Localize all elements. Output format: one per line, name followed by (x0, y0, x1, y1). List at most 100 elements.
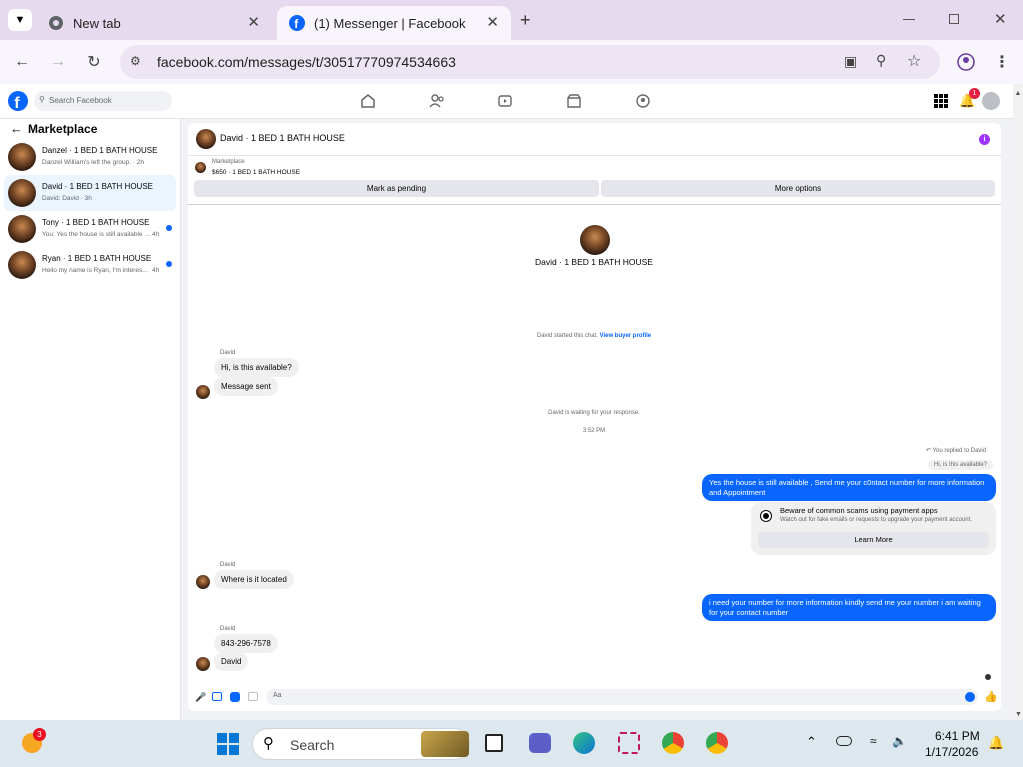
learn-more-button[interactable]: Learn More (758, 532, 989, 548)
video-icon[interactable] (496, 93, 514, 109)
facebook-header: f ⚲ Search Facebook 🔔 1 (0, 84, 1013, 119)
message-bubble[interactable]: Where is it located (214, 570, 294, 589)
conversation-name: Ryan · 1 BED 1 BATH HOUSE (42, 254, 152, 263)
close-window-button[interactable]: ✕ (994, 10, 1007, 28)
url-text[interactable]: facebook.com/messages/t/3051777097453466… (157, 54, 456, 70)
chat-panel: David · 1 BED 1 BATH HOUSE i Marketplace… (188, 123, 1001, 711)
conversation-item-tony[interactable]: Tony · 1 BED 1 BATH HOUSE You: Yes the h… (4, 211, 176, 247)
edge-icon[interactable] (573, 732, 595, 754)
conversation-item-ryan[interactable]: Ryan · 1 BED 1 BATH HOUSE Hello my name … (4, 247, 176, 283)
header-avatar[interactable] (196, 129, 216, 149)
chevron-down-icon: ▼ (14, 14, 26, 26)
conversation-item-david[interactable]: David · 1 BED 1 BATH HOUSE David: David … (4, 175, 176, 211)
close-icon[interactable]: ✕ (486, 15, 499, 31)
close-icon[interactable]: ✕ (247, 15, 260, 31)
profile-icon[interactable] (954, 50, 978, 74)
teams-icon[interactable] (529, 733, 551, 753)
tab-new-tab[interactable]: New tab ✕ (36, 6, 272, 40)
microphone-icon[interactable]: 🎤 (195, 692, 206, 703)
emoji-icon[interactable] (965, 692, 975, 702)
profile-avatar[interactable] (580, 225, 610, 255)
sender-name: David (220, 562, 236, 568)
minimize-button[interactable] (903, 19, 915, 20)
avatar (8, 251, 36, 279)
back-button[interactable]: ← (10, 50, 34, 74)
seen-avatar (985, 674, 991, 680)
unread-dot (166, 261, 172, 267)
restore-button[interactable] (949, 14, 959, 24)
conversation-item-danzel[interactable]: Danzel · 1 BED 1 BATH HOUSE Danzel Willi… (4, 139, 176, 175)
more-options-button[interactable]: More options (601, 180, 995, 197)
windows-start-icon[interactable] (217, 733, 239, 755)
tab-messenger[interactable]: f (1) Messenger | Facebook ✕ (277, 6, 511, 40)
clock-time[interactable]: 6:41 PM (935, 729, 980, 743)
gif-icon[interactable] (248, 692, 258, 701)
listing-thumbnail[interactable] (195, 162, 206, 173)
message-bubble[interactable]: Message sent (214, 377, 278, 396)
volume-icon[interactable]: 🔈 (892, 734, 907, 748)
zoom-icon[interactable]: ⚲ (876, 52, 886, 69)
back-arrow-icon[interactable]: ← (10, 121, 23, 136)
chat-started-text: David started this chat. (536, 333, 598, 339)
search-input[interactable]: ⚲ Search Facebook (34, 91, 172, 111)
forward-button[interactable]: → (46, 50, 70, 74)
message-bubble[interactable]: Hi, is this available? (214, 358, 299, 377)
tab-search-button[interactable]: ▼ (8, 9, 32, 31)
avatar (8, 179, 36, 207)
menu-grid-icon[interactable] (934, 94, 948, 108)
facebook-logo-icon[interactable]: f (8, 91, 28, 116)
message-input[interactable]: Aa (266, 689, 978, 705)
chat-header: David · 1 BED 1 BATH HOUSE i (188, 123, 1001, 156)
chat-header-name[interactable]: David · 1 BED 1 BATH HOUSE (220, 133, 345, 143)
wifi-icon[interactable]: ≈ (870, 734, 877, 748)
message-bubble[interactable]: 843-296-7578 (214, 634, 278, 653)
account-avatar[interactable] (982, 92, 1000, 110)
chrome-profile-b-icon[interactable] (706, 732, 728, 754)
reload-button[interactable]: ↻ (82, 50, 106, 74)
friends-icon[interactable] (428, 93, 446, 109)
timestamp: 3:52 PM (582, 428, 606, 434)
home-icon[interactable] (359, 93, 377, 109)
scroll-up-arrow-icon[interactable]: ▲ (1013, 90, 1023, 97)
outgoing-message[interactable]: Yes the house is still available , Send … (702, 474, 996, 501)
taskbar-search[interactable]: ⚲ Search (252, 728, 470, 760)
onedrive-offline-icon[interactable] (836, 736, 852, 746)
task-view-icon[interactable] (485, 734, 503, 752)
search-icon: ⚲ (39, 95, 45, 104)
search-icon: ⚲ (263, 735, 274, 752)
outgoing-message[interactable]: i need your number for more information … (702, 594, 996, 621)
info-icon[interactable]: i (979, 134, 990, 145)
taskbar-search-label: Search (290, 737, 335, 753)
mark-as-pending-button[interactable]: Mark as pending (194, 180, 599, 197)
sidebar-title: Marketplace (28, 122, 98, 136)
photo-icon[interactable] (212, 692, 222, 701)
sender-avatar (196, 657, 210, 671)
profile-name: David · 1 BED 1 BATH HOUSE (535, 257, 653, 267)
notification-bell-icon[interactable]: 🔔 (988, 735, 1004, 751)
windows-taskbar: 3 ⚲ Search ⌃ ≈ 🔈 6:41 PM 1/17/2026 🔔 (0, 720, 1023, 767)
scam-warning-card: Beware of common scams using payment app… (751, 502, 996, 555)
listing-detail[interactable]: $650 · 1 BED 1 BATH HOUSE (212, 169, 300, 176)
view-buyer-profile-link[interactable]: View buyer profile (600, 333, 652, 339)
install-app-icon[interactable]: ▣ (844, 53, 857, 70)
menu-kebab-icon[interactable]: ⋮ (990, 50, 1014, 74)
clock-date[interactable]: 1/17/2026 (925, 745, 978, 759)
address-bar[interactable]: ⚙ facebook.com/messages/t/30517770974534… (120, 45, 940, 79)
sticker-icon[interactable] (230, 692, 240, 702)
sender-avatar (196, 385, 210, 399)
message-bubble[interactable]: David (214, 652, 249, 671)
chrome-profile-a-icon[interactable] (662, 732, 684, 754)
groups-icon[interactable] (634, 93, 652, 109)
snipping-tool-icon[interactable] (618, 732, 640, 754)
sender-avatar (196, 575, 210, 589)
site-info-icon[interactable]: ⚙ (130, 54, 141, 68)
marketplace-icon[interactable] (565, 93, 583, 109)
thumbs-up-icon[interactable]: 👍 (984, 690, 998, 703)
bookmark-star-icon[interactable]: ☆ (907, 51, 921, 71)
chevron-up-icon[interactable]: ⌃ (806, 734, 817, 750)
page-scrollbar[interactable]: ▲ ▼ (1013, 84, 1023, 720)
quoted-message[interactable]: Hi, is this available? (928, 460, 994, 470)
avatar (8, 215, 36, 243)
scroll-down-arrow-icon[interactable]: ▼ (1015, 711, 1022, 718)
new-tab-button[interactable]: + (520, 10, 531, 31)
